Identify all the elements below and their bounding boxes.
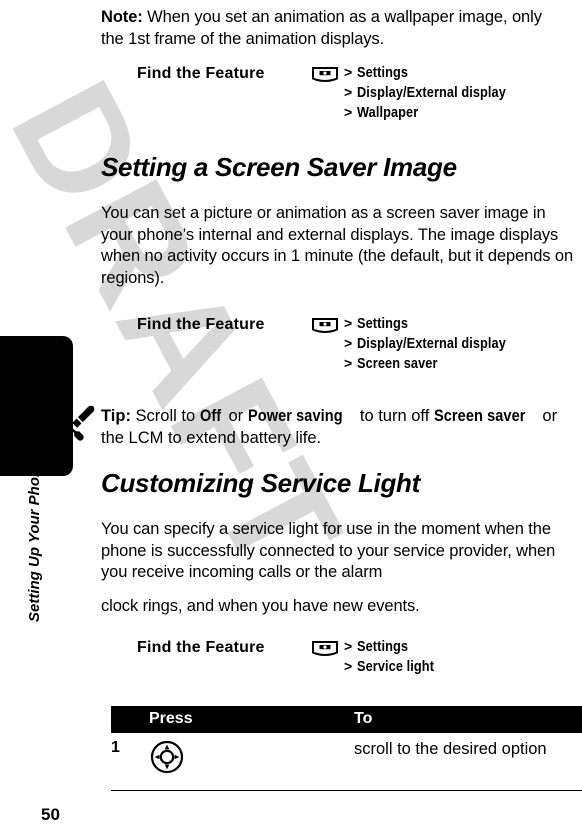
menu-item: Display/External display — [357, 336, 507, 352]
path-separator: > — [344, 315, 353, 331]
section-body-screen-saver: You can set a picture or animation as a … — [101, 204, 574, 287]
tip-lead: Tip: — [101, 407, 131, 425]
menu-path-row: > Settings — [344, 638, 445, 655]
step-number: 1 — [111, 733, 149, 791]
steps-table-header-row: Press To — [111, 706, 582, 733]
content-column: Note: When you set an animation as a wal… — [59, 0, 582, 837]
find-the-feature-path-group: > Settings > Display/External display > … — [312, 64, 526, 121]
table-row: 1 scroll to the desired option — [111, 733, 582, 791]
path-separator: > — [344, 355, 353, 371]
menu-item: Service light — [357, 659, 435, 675]
side-tab-label: Setting Up Your Phone — [26, 459, 43, 622]
menu-path-list: > Settings > Service light — [344, 638, 445, 675]
menu-path-row: > Wallpaper — [344, 104, 526, 121]
menu-path-list: > Settings > Display/External display > … — [344, 64, 526, 121]
section-body-service-light-line1: You can specify a service light for use … — [101, 520, 556, 581]
side-tab-marker — [0, 336, 73, 476]
menu-item: Settings — [357, 65, 409, 81]
menu-path-row: > Display/External display — [344, 84, 526, 101]
tip-value-off: Off — [199, 407, 221, 425]
steps-table: Press To 1 scroll to the desired option — [111, 706, 582, 791]
menu-item: Display/External display — [357, 85, 507, 101]
menu-path-list: > Settings > Display/External display > … — [344, 315, 526, 372]
menu-key-icon — [312, 67, 338, 87]
steps-header-number — [111, 706, 149, 733]
menu-path-row: > Settings — [344, 64, 526, 81]
page-number: 50 — [41, 805, 60, 824]
find-the-feature-label: Find the Feature — [137, 316, 265, 333]
tip-text: Tip: Scroll to Off or Power saving to tu… — [101, 406, 581, 449]
find-the-feature-block-1: Find the Feature > Settings > Display/Ex… — [137, 64, 526, 121]
tip-value-power-saving: Power saving — [247, 407, 343, 425]
path-separator: > — [344, 64, 353, 80]
menu-item: Settings — [357, 639, 409, 655]
menu-key-icon — [312, 318, 338, 338]
path-separator: > — [344, 638, 353, 654]
menu-item: Screen saver — [357, 356, 438, 372]
steps-table-head: Press To — [111, 706, 582, 733]
section-body-service-light-line2: clock rings, and when you have new event… — [101, 597, 420, 615]
find-the-feature-label: Find the Feature — [137, 639, 265, 656]
menu-item: Wallpaper — [357, 105, 419, 121]
menu-key-icon — [312, 641, 338, 661]
manual-page: DRAFT Setting Up Your Phone 50 Note: Whe… — [0, 0, 582, 837]
find-the-feature-path-group: > Settings > Display/External display > … — [312, 315, 526, 372]
steps-header-to: To — [354, 706, 582, 733]
find-the-feature-label: Find the Feature — [137, 65, 265, 82]
find-the-feature-path-group: > Settings > Service light — [312, 638, 445, 675]
menu-path-row: > Service light — [344, 658, 445, 675]
menu-item: Settings — [357, 316, 409, 332]
note-lead: Note: — [101, 8, 143, 26]
menu-path-row: > Display/External display — [344, 335, 526, 352]
section-heading-screen-saver: Setting a Screen Saver Image — [101, 152, 457, 182]
find-the-feature-block-3: Find the Feature > Settings > Service li… — [137, 638, 445, 675]
navigation-key-icon — [149, 740, 185, 779]
menu-path-row: > Settings — [344, 315, 526, 332]
path-separator: > — [344, 658, 353, 674]
tip-part-3: to turn off — [355, 407, 434, 425]
find-the-feature-block-2: Find the Feature > Settings > Display/Ex… — [137, 315, 526, 372]
note-text: When you set an animation as a wallpaper… — [101, 8, 542, 48]
tip-part-1: Scroll to — [130, 407, 200, 425]
steps-table-body: 1 scroll to the desired option — [111, 733, 582, 791]
path-separator: > — [344, 335, 353, 351]
tip-part-2: or — [223, 407, 248, 425]
tip-value-screen-saver: Screen saver — [433, 407, 526, 425]
steps-header-press: Press — [149, 706, 354, 733]
step-key-cell — [149, 733, 354, 791]
tip-block: Tip: Scroll to Off or Power saving to tu… — [59, 405, 581, 449]
section-heading-service-light: Customizing Service Light — [101, 468, 420, 498]
step-description: scroll to the desired option — [354, 733, 582, 791]
path-separator: > — [344, 84, 353, 100]
note-paragraph: Note: When you set an animation as a wal… — [101, 7, 561, 50]
path-separator: > — [344, 104, 353, 120]
menu-path-row: > Screen saver — [344, 355, 526, 372]
